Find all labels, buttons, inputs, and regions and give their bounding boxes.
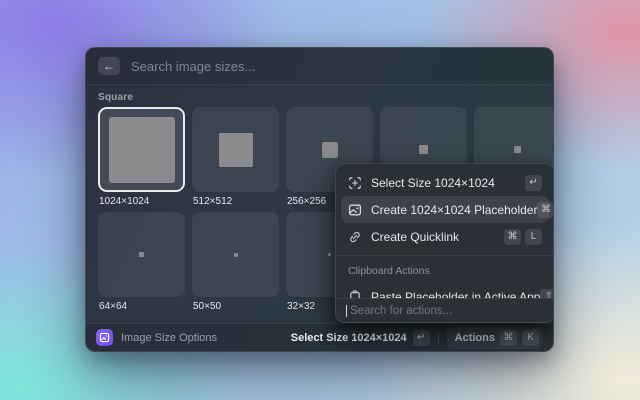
square-glyph [514,146,521,153]
action-label: Select Size 1024×1024 [371,175,495,190]
actions-button[interactable]: Actions ⌘ K [446,326,543,349]
action-create-quicklink[interactable]: Create Quicklink ⌘ L [341,223,549,250]
tile-label: 64×64 [99,301,128,312]
key-cmd: ⌘ [500,329,517,346]
square-glyph [419,145,428,154]
tile-label: 512×512 [193,196,233,207]
app-name: Image Size Options [121,331,217,344]
back-arrow-icon: ← [103,59,115,73]
tile-1024x1024[interactable] [98,107,185,192]
search-bar: ← Search image sizes... [86,48,553,85]
desktop-backdrop: ← Search image sizes... Square 1024×1024 [0,0,640,400]
panel-divider [336,255,553,256]
key-cmd: ⌘ [504,228,521,245]
tile-label: 1024×1024 [99,196,150,207]
actions-button-label: Actions [454,331,495,344]
image-size-options-window: ← Search image sizes... Square 1024×1024 [85,47,554,352]
square-glyph [233,252,238,257]
actions-panel: Select Size 1024×1024 ↵ Create 1024×1024… [335,163,553,323]
clipboard-actions-header: Clipboard Actions [348,265,430,277]
tile-label: 50×50 [193,301,222,312]
square-glyph [328,253,331,256]
square-glyph [321,141,338,158]
back-button[interactable]: ← [98,57,120,75]
search-input[interactable]: Search image sizes... [131,59,255,74]
action-create-placeholder[interactable]: Create 1024×1024 Placeholder ⌘ ↵ [341,196,553,223]
status-bar: Image Size Options Select Size 1024×1024… [86,323,553,351]
link-icon [348,230,362,244]
image-size-options-app-icon [96,329,113,346]
key-return: ↵ [525,174,542,191]
square-glyph [218,132,253,167]
tile-64x64[interactable] [98,212,185,297]
key-return: ↵ [412,329,430,346]
primary-action-label: Select Size 1024×1024 [290,331,407,344]
square-glyph [108,116,175,183]
text-caret [346,304,347,317]
primary-action-button[interactable]: Select Size 1024×1024 ↵ [290,329,430,346]
action-select-size[interactable]: Select Size 1024×1024 ↵ [341,169,549,196]
key-l: L [525,228,542,245]
section-title: Square [98,92,134,103]
tile-512x512[interactable] [192,107,279,192]
action-label: Create Quicklink [371,229,460,244]
image-icon [348,203,362,217]
actions-search-input[interactable]: Search for actions... [336,298,553,322]
square-glyph [139,252,144,257]
key-k: K [522,329,539,346]
actions-search-placeholder: Search for actions... [350,304,453,317]
key-cmd: ⌘ [537,201,553,218]
status-bar-divider [437,330,439,345]
tile-50x50[interactable] [192,212,279,297]
select-size-icon [348,176,362,190]
action-label: Create 1024×1024 Placeholder [371,202,538,217]
